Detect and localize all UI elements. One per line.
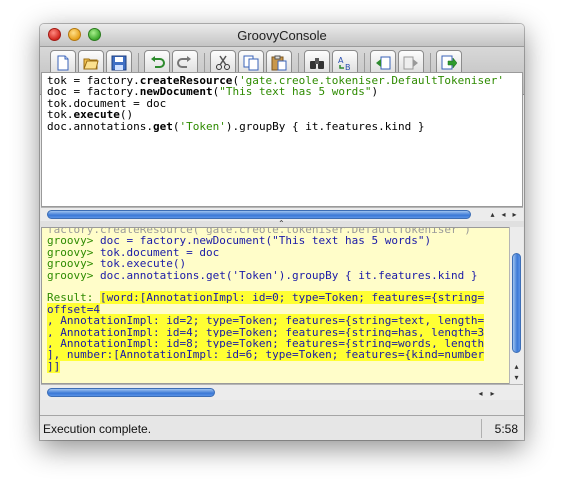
output-line: groovy> doc.annotations.get('Token').gro… [47,268,484,282]
history-next-icon [403,56,418,70]
history-previous-icon [376,56,391,70]
editor-scroll-arrow-up-icon[interactable]: ▴ [487,209,498,220]
groovy-console-window: GroovyConsole A B tok = factory.createRe… [40,24,524,440]
output-result-line: , AnnotationImpl: id=2; type=Token; feat… [47,314,485,328]
code-fragment: ) [371,85,379,99]
caret-position: 5:58 [494,422,518,436]
script-editor[interactable]: tok = factory.createResource('gate.creol… [41,72,523,207]
output-text: factory.createResource('gate.creole.toke… [47,228,485,373]
output-horizontal-scrollbar[interactable]: ◂ ▸ [41,384,523,400]
title-bar[interactable]: GroovyConsole [40,24,524,47]
redo-icon [177,56,191,68]
code-fragment: ).groupBy { it.features.kind } [225,119,425,133]
undo-icon [151,56,165,68]
status-message: Execution complete. [43,422,152,436]
output-prompt: groovy> [47,268,100,282]
code-fragment: doc.annotations. [47,119,153,133]
window-title: GroovyConsole [237,28,327,43]
output-result-line: Result: [word:[AnnotationImpl: id=0; typ… [47,291,485,305]
code-method: get [152,119,173,133]
editor-scroll-thumb[interactable] [47,210,471,219]
replace-icon: AB [338,56,351,71]
script-code[interactable]: tok = factory.createResource('gate.creol… [47,75,504,132]
paste-icon [271,55,287,71]
code-line: doc.annotations.get('Token').groupBy { i… [47,119,504,133]
output-scroll-left-icon[interactable]: ◂ [475,388,486,399]
output-vertical-scrollbar[interactable]: ▴ ▾ [509,227,523,384]
svg-text:A: A [338,56,344,65]
result-value: ], number:[AnnotationImpl: id=6; type=To… [47,348,485,362]
output-result-line: ]] [47,359,484,373]
output-scroll-right-icon[interactable]: ▸ [487,388,498,399]
status-bar: Execution complete. 5:58 [40,415,524,440]
output-command: doc.annotations.get('Token').groupBy { i… [99,268,478,282]
output-pane[interactable]: factory.createResource('gate.creole.toke… [41,227,511,384]
editor-scroll-left-icon[interactable]: ◂ [498,209,509,220]
result-value: [word:[AnnotationImpl: id=0; type=Token;… [99,291,485,305]
binoculars-icon [310,58,324,69]
execute-icon [441,55,457,70]
output-scroll-thumb-horizontal[interactable] [47,388,215,397]
copy-icon [243,55,259,71]
open-folder-icon [83,58,99,70]
output-scroll-up-icon[interactable]: ▴ [511,361,522,372]
output-scroll-thumb[interactable] [512,253,521,353]
code-string: 'Token' [179,119,226,133]
output-scroll-down-icon[interactable]: ▾ [511,372,522,383]
new-file-icon [57,55,69,71]
save-icon [111,55,127,71]
result-value: ]] [47,359,61,373]
editor-scroll-right-icon[interactable]: ▸ [509,209,520,220]
code-string: "This text has 5 words" [219,85,372,99]
output-result-line: ], number:[AnnotationImpl: id=6; type=To… [47,348,485,362]
svg-text:B: B [345,63,351,71]
cut-icon [216,55,230,70]
